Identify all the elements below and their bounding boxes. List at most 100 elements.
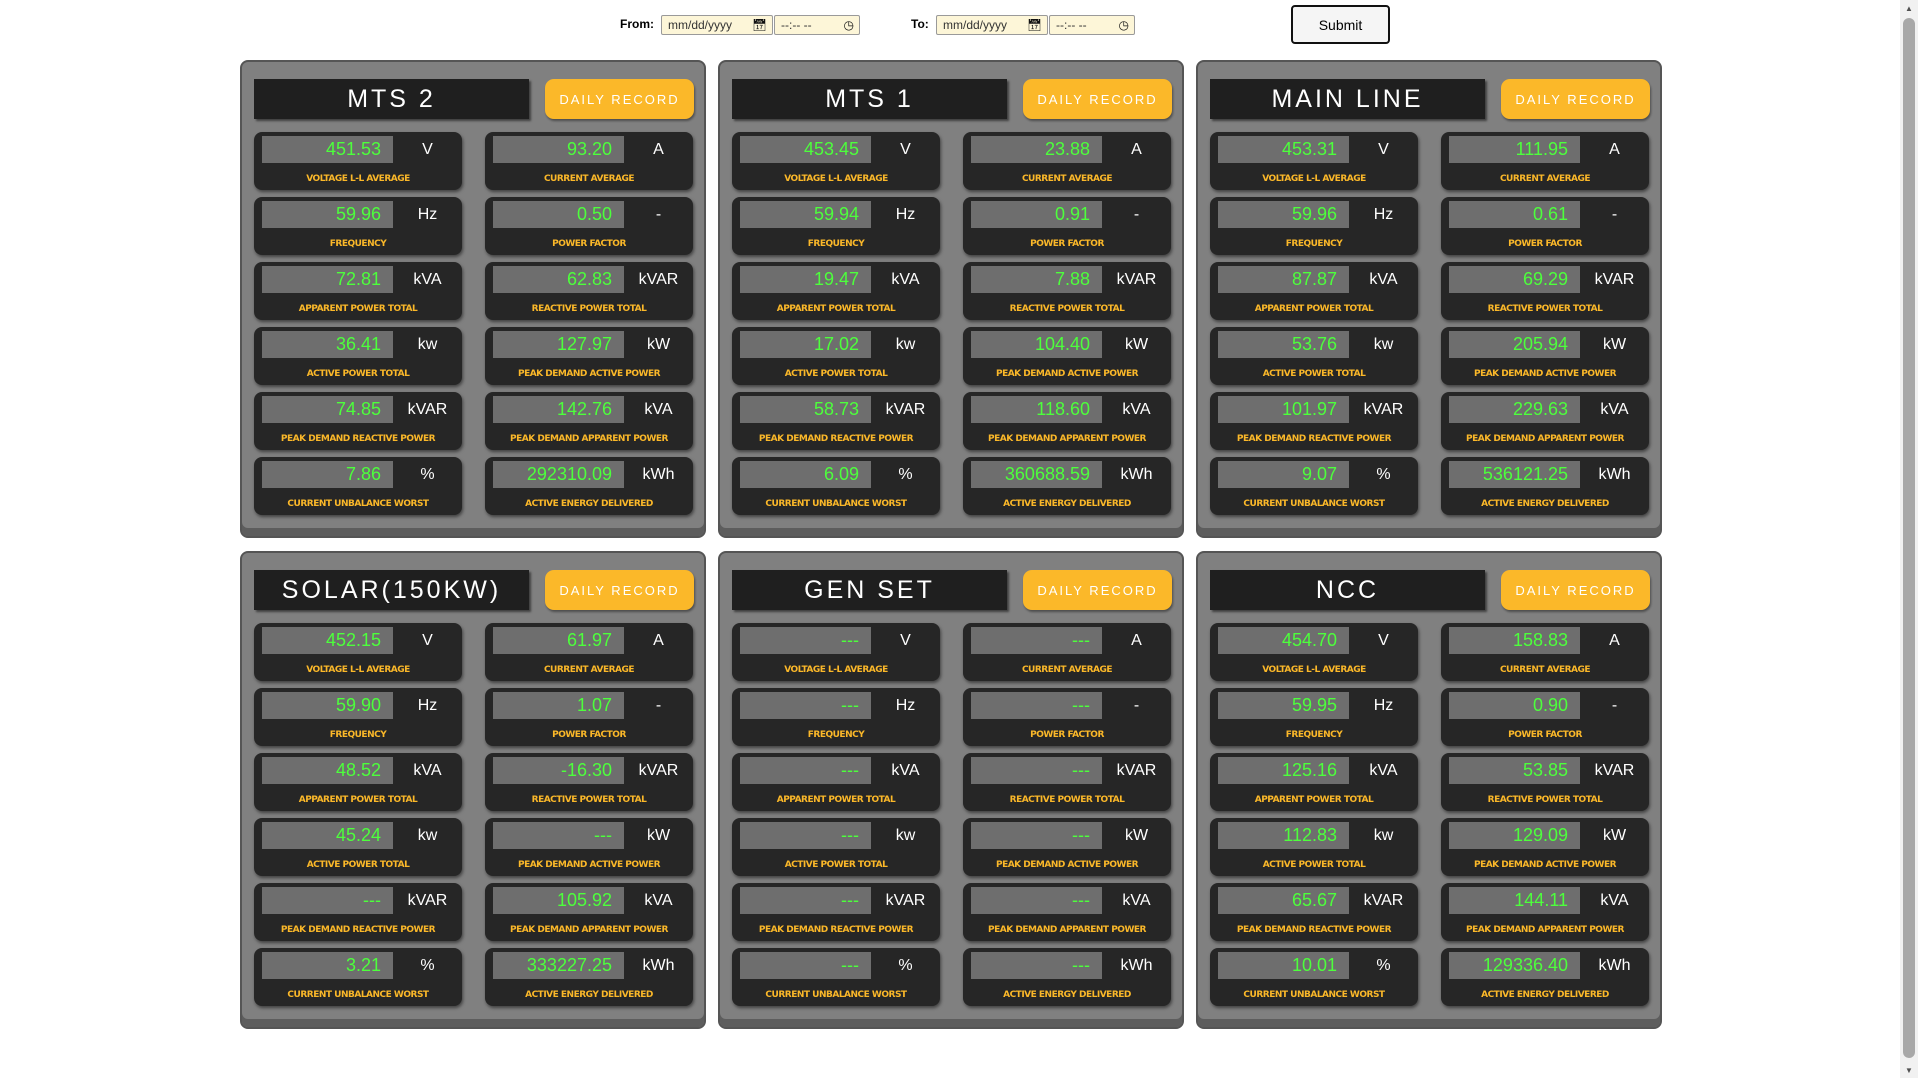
daily-record-button[interactable]: DAILY RECORD xyxy=(1023,79,1172,119)
metric-tile: 59.94 Hz FREQUENCY xyxy=(732,197,940,255)
scroll-thumb[interactable] xyxy=(1903,18,1915,1058)
metric-value: 48.52 xyxy=(262,757,393,784)
metric-value: 105.92 xyxy=(493,887,624,914)
metric-label: PEAK DEMAND APPARENT POWER xyxy=(1466,925,1624,935)
metric-value: 536121.25 xyxy=(1449,461,1580,488)
metric-label: VOLTAGE L-L AVERAGE xyxy=(306,174,410,184)
metric-unit: A xyxy=(1609,632,1620,649)
metric-tile: 72.81 kVA APPARENT POWER TOTAL xyxy=(254,262,462,320)
metric-tile: 36.41 kw ACTIVE POWER TOTAL xyxy=(254,327,462,385)
metric-tile: 112.83 kw ACTIVE POWER TOTAL xyxy=(1210,818,1418,876)
metric-tile: 74.85 kVAR PEAK DEMAND REACTIVE POWER xyxy=(254,392,462,450)
metric-tile: 142.76 kVA PEAK DEMAND APPARENT POWER xyxy=(485,392,693,450)
metric-value: --- xyxy=(740,627,871,654)
metric-tile: ---% CURRENT UNBALANCE WORST xyxy=(732,948,940,1006)
metric-unit: Hz xyxy=(895,206,916,223)
metric-tile: 53.85 kVAR REACTIVE POWER TOTAL xyxy=(1441,753,1649,811)
metric-unit: kw xyxy=(895,336,916,353)
metric-unit: kVAR xyxy=(885,892,926,909)
metric-tile: 62.83 kVAR REACTIVE POWER TOTAL xyxy=(485,262,693,320)
metric-unit: kWh xyxy=(1120,466,1153,483)
metric-label: VOLTAGE L-L AVERAGE xyxy=(306,665,410,675)
meter-panel: MTS 2 DAILY RECORD 451.53 V VOLTAGE L-L AVER… xyxy=(240,60,706,538)
metric-tile: 87.87 kVA APPARENT POWER TOTAL xyxy=(1210,262,1418,320)
metric-tile: 48.52 kVA APPARENT POWER TOTAL xyxy=(254,753,462,811)
metric-value: 45.24 xyxy=(262,822,393,849)
metric-label: CURRENT UNBALANCE WORST xyxy=(1243,990,1385,1000)
metric-tile: 19.47 kVA APPARENT POWER TOTAL xyxy=(732,262,940,320)
metric-label: FREQUENCY xyxy=(807,239,865,249)
metric-unit: kVA xyxy=(413,271,442,288)
metric-value: 53.85 xyxy=(1449,757,1580,784)
daily-record-button[interactable]: DAILY RECORD xyxy=(545,570,694,610)
calendar-icon[interactable]: 📅︎ xyxy=(752,19,767,31)
scroll-up-arrow-icon[interactable]: ▲ xyxy=(1900,0,1918,16)
metric-label: PEAK DEMAND APPARENT POWER xyxy=(988,925,1146,935)
calendar-icon[interactable]: 📅︎ xyxy=(1027,19,1042,31)
metric-unit: kVAR xyxy=(1116,271,1157,288)
metric-unit: V xyxy=(422,141,433,158)
metric-unit: kVA xyxy=(891,762,920,779)
metric-unit: kW xyxy=(646,827,671,844)
daily-record-button[interactable]: DAILY RECORD xyxy=(1023,570,1172,610)
metric-label: ACTIVE ENERGY DELIVERED xyxy=(525,990,653,1000)
metric-value: 101.97 xyxy=(1218,396,1349,423)
metric-unit: kVAR xyxy=(1363,401,1404,418)
metric-value: 454.70 xyxy=(1218,627,1349,654)
daily-record-button[interactable]: DAILY RECORD xyxy=(545,79,694,119)
from-date-input[interactable]: mm/dd/yyyy 📅︎ xyxy=(661,15,773,35)
metric-value: --- xyxy=(262,887,393,914)
to-date-input[interactable]: mm/dd/yyyy 📅︎ xyxy=(936,15,1048,35)
submit-button[interactable]: Submit xyxy=(1291,5,1390,44)
metric-unit: kWh xyxy=(1598,957,1631,974)
metric-label: POWER FACTOR xyxy=(1030,239,1104,249)
metric-value: 53.76 xyxy=(1218,331,1349,358)
metric-label: PEAK DEMAND APPARENT POWER xyxy=(510,925,668,935)
metric-unit: A xyxy=(1131,141,1142,158)
metric-tile: 333227.25 kWh ACTIVE ENERGY DELIVERED xyxy=(485,948,693,1006)
metric-unit: kWh xyxy=(642,957,675,974)
metric-tile: 292310.09 kWh ACTIVE ENERGY DELIVERED xyxy=(485,457,693,515)
daily-record-button[interactable]: DAILY RECORD xyxy=(1501,79,1650,119)
metric-value: --- xyxy=(971,757,1102,784)
to-time-input[interactable]: --:-- -- ◷ xyxy=(1049,15,1135,35)
metric-value: --- xyxy=(740,952,871,979)
metric-tile: 53.76 kw ACTIVE POWER TOTAL xyxy=(1210,327,1418,385)
metric-value: 451.53 xyxy=(262,136,393,163)
daily-record-button[interactable]: DAILY RECORD xyxy=(1501,570,1650,610)
metric-label: ACTIVE POWER TOTAL xyxy=(1262,860,1366,870)
clock-icon[interactable]: ◷ xyxy=(844,19,854,31)
metric-label: APPARENT POWER TOTAL xyxy=(298,304,418,314)
metric-unit: - xyxy=(655,697,662,714)
metric-tile: 17.02 kw ACTIVE POWER TOTAL xyxy=(732,327,940,385)
metric-value: 205.94 xyxy=(1449,331,1580,358)
metric-unit: kW xyxy=(1124,336,1149,353)
metric-unit: A xyxy=(653,632,664,649)
scroll-down-arrow-icon[interactable]: ▼ xyxy=(1900,1062,1918,1078)
metric-value: 129336.40 xyxy=(1449,952,1580,979)
clock-icon[interactable]: ◷ xyxy=(1119,19,1129,31)
metric-unit: kVA xyxy=(1122,892,1151,909)
metric-unit: kVAR xyxy=(885,401,926,418)
metric-label: PEAK DEMAND ACTIVE POWER xyxy=(1473,860,1617,870)
metric-value: -16.30 xyxy=(493,757,624,784)
metric-label: PEAK DEMAND APPARENT POWER xyxy=(510,434,668,444)
vertical-scrollbar[interactable]: ▲ ▼ xyxy=(1900,0,1918,1078)
metric-tile: 105.92 kVA PEAK DEMAND APPARENT POWER xyxy=(485,883,693,941)
metric-tile: --- kW PEAK DEMAND ACTIVE POWER xyxy=(485,818,693,876)
metric-unit: Hz xyxy=(1373,697,1394,714)
metric-value: 118.60 xyxy=(971,396,1102,423)
metric-label: VOLTAGE L-L AVERAGE xyxy=(1262,665,1366,675)
metric-tile: 118.60 kVA PEAK DEMAND APPARENT POWER xyxy=(963,392,1171,450)
metric-label: ACTIVE POWER TOTAL xyxy=(784,369,888,379)
metric-label: PEAK DEMAND ACTIVE POWER xyxy=(1473,369,1617,379)
metric-label: PEAK DEMAND ACTIVE POWER xyxy=(995,860,1139,870)
metric-label: CURRENT AVERAGE xyxy=(1021,174,1113,184)
metric-label: ACTIVE ENERGY DELIVERED xyxy=(1003,990,1131,1000)
metric-label: PEAK DEMAND REACTIVE POWER xyxy=(280,925,436,935)
metric-value: 6.09 xyxy=(740,461,871,488)
metric-tile: 125.16 kVA APPARENT POWER TOTAL xyxy=(1210,753,1418,811)
metric-unit: kw xyxy=(417,336,438,353)
from-time-input[interactable]: --:-- -- ◷ xyxy=(774,15,860,35)
metric-label: APPARENT POWER TOTAL xyxy=(298,795,418,805)
